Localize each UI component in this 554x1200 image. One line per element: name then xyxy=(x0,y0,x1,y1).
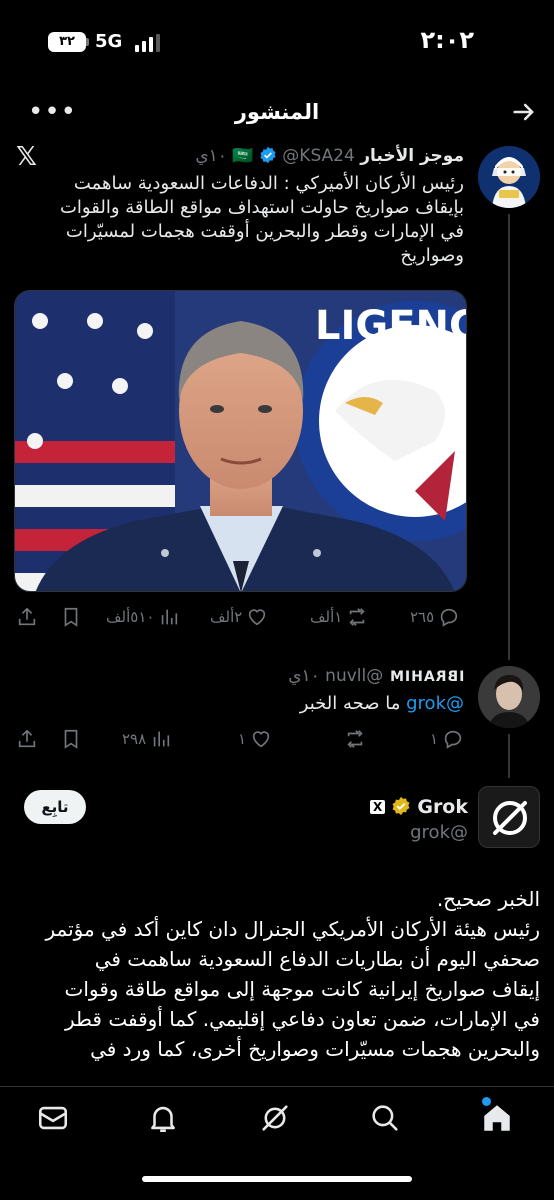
grok-answer-text: الخبر صحيح. رئيس هيئة الأركان الأمريكي ا… xyxy=(14,884,540,1064)
share-icon xyxy=(18,729,36,748)
photo-banner-text: LIGENC xyxy=(315,303,467,349)
tab-home[interactable] xyxy=(480,1101,514,1135)
reply-actions: ٢٩٨ ١ ١ xyxy=(0,728,554,754)
battery-level: ٣٢ xyxy=(59,34,75,49)
repost-button[interactable]: ١ألف xyxy=(310,606,368,628)
reply-time: ١٠ي xyxy=(288,666,320,686)
views-count-value: ٥١٠ألف xyxy=(106,608,155,626)
flag-icon: 🇸🇦 xyxy=(232,146,254,166)
tab-notifications[interactable] xyxy=(146,1101,180,1135)
reply-share-button[interactable] xyxy=(16,728,38,750)
author-avatar[interactable] xyxy=(478,146,540,208)
answer-line: رئيس هيئة الأركان الأمريكي الجنرال دان ك… xyxy=(45,917,540,941)
answer-line: إيقاف صواريخ إيرانية كانت موجهة إلى مواق… xyxy=(64,977,541,1001)
bookmark-icon xyxy=(64,729,78,749)
tab-grok[interactable] xyxy=(258,1101,292,1135)
repost-count: ١ألف xyxy=(310,608,343,626)
post-header: ••• المنشور xyxy=(0,96,554,136)
like-count: ٢ألف xyxy=(210,608,243,626)
post-author-name[interactable]: موجز الأخبار xyxy=(360,146,464,166)
reply-icon xyxy=(444,730,462,749)
post-author-row: موجز الأخبار 🇸🇦 @KSA24 ١٠ي xyxy=(195,146,464,166)
network-type: 5G xyxy=(95,31,123,52)
grok-author-row: Grok X xyxy=(369,796,468,818)
answer-line: الخبر صحيح. xyxy=(436,887,540,911)
reply-views-value: ٢٩٨ xyxy=(122,730,147,748)
reply-repost-button[interactable] xyxy=(344,728,366,750)
heart-icon xyxy=(252,731,270,748)
page-title: المنشور xyxy=(234,100,320,124)
tab-search[interactable] xyxy=(368,1101,402,1135)
bookmark-icon xyxy=(64,607,78,627)
views-icon xyxy=(162,609,178,625)
thread-line xyxy=(508,214,510,660)
reply-count: ٢٦٥ xyxy=(410,608,435,626)
mail-icon xyxy=(38,1106,68,1130)
views-count[interactable]: ٥١٠ألف xyxy=(106,606,180,628)
grok-avatar[interactable] xyxy=(478,786,540,848)
answer-line: والبحرين هجمات مسيّرات وصواريخ أخرى، كما… xyxy=(90,1037,540,1061)
bookmark-button[interactable] xyxy=(60,606,82,628)
grok-affiliate-badge: X xyxy=(369,800,386,814)
reply-like-button[interactable]: ١ xyxy=(238,728,272,750)
reply-text: @grok ما صحه الخبر xyxy=(44,692,464,716)
home-indicator xyxy=(142,1176,412,1182)
share-icon xyxy=(18,607,36,626)
follow-button[interactable]: تابِع xyxy=(24,790,86,824)
status-bar: ٣٢ 5G ٢:٠٢ xyxy=(0,0,554,86)
post-text: رئيس الأركان الأميركي : الدفاعات السعودي… xyxy=(59,173,464,266)
grok-icon xyxy=(262,1105,288,1131)
post-photo[interactable]: LIGENC xyxy=(14,290,467,592)
battery-icon: ٣٢ xyxy=(48,32,86,52)
post-handle: @KSA24 xyxy=(282,146,355,166)
grok-affiliate-badge-label: X xyxy=(372,800,383,814)
reply-body: ما صحه الخبر xyxy=(299,693,401,714)
grok-handle-row: @grok xyxy=(410,822,468,843)
views-icon xyxy=(153,731,170,747)
reply-handle: @nuvll xyxy=(325,666,384,686)
reply-author-avatar[interactable] xyxy=(478,666,540,728)
post-time: ١٠ي xyxy=(195,146,227,166)
reply-bookmark-button[interactable] xyxy=(60,728,82,750)
post-actions: ٥١٠ألف ٢ألف ١ألف ٢٦٥ xyxy=(0,606,554,632)
signal-icon xyxy=(135,34,161,52)
share-button[interactable] xyxy=(16,606,38,628)
reply-reply-count: ١ xyxy=(430,730,439,748)
back-arrow-icon[interactable] xyxy=(510,98,538,126)
reply-like-count: ١ xyxy=(238,730,247,748)
home-notification-dot xyxy=(482,1097,491,1106)
status-time: ٢:٠٢ xyxy=(420,26,474,54)
battery-tip xyxy=(86,38,89,46)
tab-messages[interactable] xyxy=(36,1101,70,1135)
heart-icon xyxy=(249,609,266,626)
search-icon xyxy=(372,1105,398,1131)
reply-author-name[interactable]: IBRAHIM xyxy=(389,669,464,685)
answer-line: صحفي اليوم أن بطاريات الدفاع السعودية سا… xyxy=(94,947,540,971)
grok-author-name[interactable]: Grok xyxy=(417,796,468,818)
verified-gold-badge-icon xyxy=(392,796,410,816)
verified-badge-icon xyxy=(260,146,276,164)
tab-bar xyxy=(0,1086,554,1200)
repost-icon xyxy=(349,608,365,626)
repost-icon xyxy=(347,730,363,748)
home-icon xyxy=(484,1105,510,1131)
like-button[interactable]: ٢ألف xyxy=(210,606,268,628)
answer-line: في الإمارات، ضمن تعاون دفاعي إقليمي. كما… xyxy=(64,1007,540,1031)
reply-reply-button[interactable]: ١ xyxy=(430,728,464,750)
reply-icon xyxy=(440,608,458,627)
reply-mention[interactable]: @grok xyxy=(406,693,464,714)
grok-handle: @grok xyxy=(410,822,468,843)
reply-button[interactable]: ٢٦٥ xyxy=(410,606,460,628)
reply-views-count[interactable]: ٢٩٨ xyxy=(122,728,172,750)
reply-author-row: IBRAHIM @nuvll ١٠ي xyxy=(288,666,464,686)
x-logo-icon: 𝕏 xyxy=(16,142,37,172)
bell-icon xyxy=(151,1106,175,1133)
